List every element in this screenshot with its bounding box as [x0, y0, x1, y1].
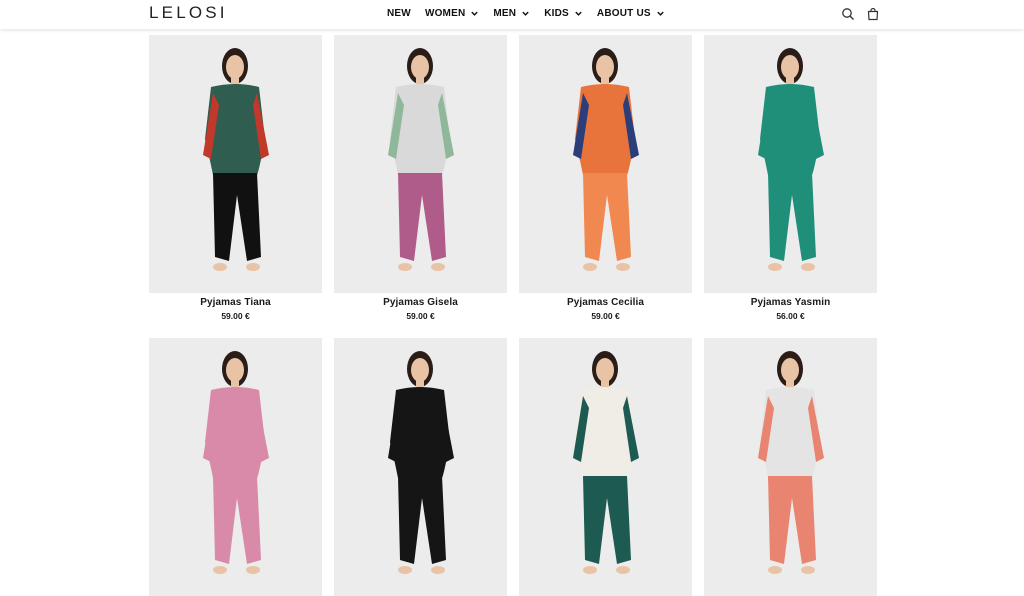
right-foot-shape: [246, 566, 260, 574]
product-price: 59.00 €: [591, 311, 620, 321]
chevron-down-icon: [522, 11, 529, 16]
pants-shape: [213, 173, 261, 261]
product-card[interactable]: [334, 338, 507, 596]
product-name[interactable]: Pyjamas Cecilia: [519, 297, 692, 308]
pants-shape: [768, 476, 816, 564]
model-figure: [758, 48, 824, 271]
nav-item-label: ABOUT US: [596, 8, 651, 19]
left-foot-shape: [583, 566, 597, 574]
face-shape: [596, 358, 614, 382]
product-image[interactable]: [149, 35, 322, 293]
product-card[interactable]: Pyjamas Tiana 59.00 €: [149, 35, 322, 321]
product-image[interactable]: [519, 35, 692, 293]
face-shape: [226, 358, 244, 382]
nav-item-men[interactable]: MEN: [493, 8, 530, 19]
product-price: 56.00 €: [776, 311, 805, 321]
product-name[interactable]: Pyjamas Gisela: [334, 297, 507, 308]
product-card[interactable]: [704, 338, 877, 596]
left-foot-shape: [583, 263, 597, 271]
face-shape: [596, 55, 614, 79]
right-foot-shape: [431, 263, 445, 271]
nav-item-kids[interactable]: KIDS: [544, 8, 583, 19]
search-icon[interactable]: [841, 7, 855, 21]
product-image[interactable]: [704, 35, 877, 293]
right-foot-shape: [246, 263, 260, 271]
pants-shape: [398, 173, 446, 261]
product-price: 59.00 €: [221, 311, 250, 321]
product-card[interactable]: [149, 338, 322, 596]
face-shape: [781, 55, 799, 79]
shopping-bag-icon[interactable]: [866, 7, 880, 21]
nav-item-women[interactable]: WOMEN: [425, 8, 479, 19]
model-figure: [573, 48, 639, 271]
pants-shape: [583, 476, 631, 564]
product-name[interactable]: Pyjamas Tiana: [149, 297, 322, 308]
right-foot-shape: [801, 566, 815, 574]
chevron-down-icon: [471, 11, 479, 16]
right-foot-shape: [616, 566, 630, 574]
product-card[interactable]: Pyjamas Gisela 59.00 €: [334, 35, 507, 321]
nav-item-new[interactable]: NEW: [387, 8, 411, 19]
chevron-down-icon: [575, 11, 582, 16]
product-image[interactable]: [334, 35, 507, 293]
model-figure: [758, 351, 824, 574]
product-name[interactable]: Pyjamas Yasmin: [704, 297, 877, 308]
left-foot-shape: [768, 263, 782, 271]
nav-item-label: WOMEN: [424, 8, 466, 19]
right-foot-shape: [801, 263, 815, 271]
product-price: 59.00 €: [406, 311, 435, 321]
face-shape: [411, 358, 429, 382]
right-foot-shape: [616, 263, 630, 271]
product-card[interactable]: [519, 338, 692, 596]
main-nav: NEW WOMEN MEN KIDS ABOUT US: [387, 8, 679, 19]
model-figure: [388, 351, 454, 574]
product-image[interactable]: [519, 338, 692, 596]
left-foot-shape: [398, 263, 412, 271]
model-figure: [203, 351, 269, 574]
brand-logo[interactable]: LELOSI: [149, 3, 228, 23]
right-foot-shape: [431, 566, 445, 574]
site-header: LELOSI NEW WOMEN MEN KIDS ABOUT US: [0, 0, 1024, 29]
face-shape: [781, 358, 799, 382]
nav-item-label: KIDS: [544, 8, 569, 19]
nav-item-label: NEW: [387, 8, 411, 19]
product-card[interactable]: Pyjamas Yasmin 56.00 €: [704, 35, 877, 321]
product-image[interactable]: [704, 338, 877, 596]
product-card[interactable]: Pyjamas Cecilia 59.00 €: [519, 35, 692, 321]
model-figure: [573, 351, 639, 574]
chevron-down-icon: [657, 11, 664, 16]
model-figure: [203, 48, 269, 271]
left-foot-shape: [213, 263, 227, 271]
header-icons: [841, 7, 880, 21]
product-image[interactable]: [334, 338, 507, 596]
pants-shape: [398, 476, 446, 564]
face-shape: [411, 55, 429, 79]
product-image[interactable]: [149, 338, 322, 596]
left-foot-shape: [768, 566, 782, 574]
model-figure: [388, 48, 454, 271]
face-shape: [226, 55, 244, 79]
pants-shape: [583, 173, 631, 261]
pants-shape: [768, 173, 816, 261]
nav-item-label: MEN: [493, 8, 517, 19]
left-foot-shape: [213, 566, 227, 574]
left-foot-shape: [398, 566, 412, 574]
pants-shape: [213, 476, 261, 564]
nav-item-about-us[interactable]: ABOUT US: [597, 8, 665, 19]
